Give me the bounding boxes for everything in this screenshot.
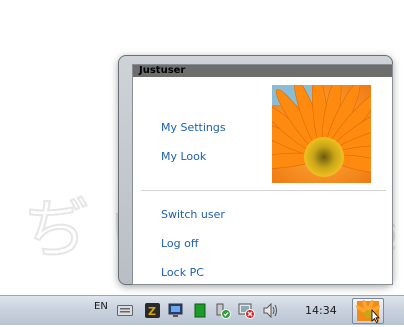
user-menu-popup: Justuser My Settings My Look Switch user… <box>118 55 393 285</box>
keyboard-icon[interactable] <box>117 305 133 316</box>
log-off-link[interactable]: Log off <box>161 237 198 251</box>
user-avatar[interactable] <box>272 85 371 183</box>
user-menu-button[interactable] <box>352 298 384 324</box>
green-app-icon[interactable] <box>194 303 206 318</box>
action-center-flag-icon[interactable] <box>238 303 255 319</box>
menu-divider <box>141 190 386 191</box>
winamp-z-icon[interactable]: Z <box>145 303 160 318</box>
username-header: Justuser <box>133 65 392 77</box>
volume-icon[interactable] <box>262 303 279 318</box>
flower-avatar-icon <box>272 85 371 183</box>
lock-pc-link[interactable]: Lock PC <box>161 266 204 280</box>
safely-remove-hardware-icon[interactable] <box>214 303 231 319</box>
language-indicator[interactable]: EN <box>94 301 108 312</box>
taskbar: EN Z 14:34 <box>0 295 404 325</box>
user-menu-panel: Justuser My Settings My Look Switch user… <box>132 64 393 285</box>
my-settings-link[interactable]: My Settings <box>161 121 226 135</box>
svg-text:Z: Z <box>148 305 156 318</box>
switch-user-link[interactable]: Switch user <box>161 208 225 222</box>
flower-icon <box>355 299 381 324</box>
my-look-link[interactable]: My Look <box>161 150 206 164</box>
network-monitor-icon[interactable] <box>168 303 183 318</box>
clock[interactable]: 14:34 <box>305 304 337 317</box>
